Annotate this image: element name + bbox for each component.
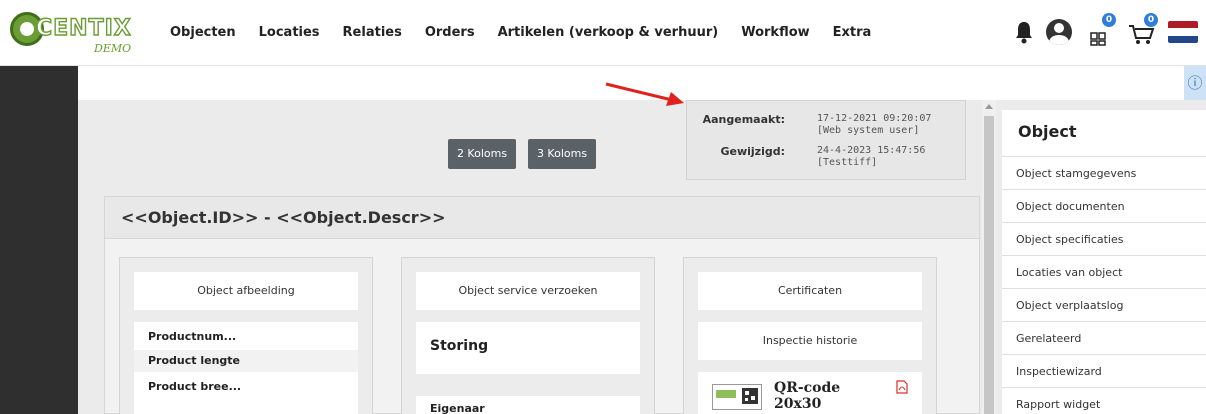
- scrollbar-thumb[interactable]: [984, 116, 994, 414]
- audit-info-box: Aangemaakt: 17-12-2021 09:20:07 [Web sys…: [686, 100, 966, 180]
- scroll-up-icon[interactable]: [985, 104, 993, 109]
- sidebar-item-locaties-van-object[interactable]: Locaties van object: [1002, 255, 1206, 288]
- nav-item-extra[interactable]: Extra: [833, 25, 872, 40]
- nav-item-relaties[interactable]: Relaties: [343, 25, 402, 40]
- logo-subtext: DEMO: [94, 42, 132, 55]
- nav-item-locaties[interactable]: Locaties: [259, 25, 320, 40]
- sidebar-item-rapport-widget[interactable]: Rapport widget: [1002, 387, 1206, 414]
- object-sidebar: Object Object stamgegevens Object docume…: [1002, 110, 1206, 414]
- object-title: <<Object.ID>> - <<Object.Descr>>: [121, 208, 446, 227]
- left-sidebar-strip: [0, 66, 78, 414]
- vertical-scrollbar[interactable]: [982, 100, 996, 414]
- nav-item-objecten[interactable]: Objecten: [170, 25, 236, 40]
- sidebar-item-gerelateerd[interactable]: Gerelateerd: [1002, 321, 1206, 354]
- modified-label: Gewijzigd:: [720, 145, 785, 158]
- owner-label: Eigenaar: [430, 402, 485, 414]
- object-image-card: Object afbeelding Productnum... Product …: [119, 257, 373, 414]
- centix-logo[interactable]: CENTIX DEMO: [10, 10, 132, 58]
- object-panel-header: <<Object.ID>> - <<Object.Descr>>: [105, 197, 979, 239]
- sidebar-item-inspectiewizard[interactable]: Inspectiewizard: [1002, 354, 1206, 387]
- cart-badge: 0: [1144, 13, 1158, 27]
- inspection-history-header[interactable]: Inspectie historie: [698, 322, 922, 360]
- object-panel: <<Object.ID>> - <<Object.Descr>> Object …: [104, 196, 980, 414]
- sidebar-item-object-documenten[interactable]: Object documenten: [1002, 189, 1206, 222]
- nav-item-artikelen[interactable]: Artikelen (verkoop & verhuur): [498, 25, 719, 40]
- qr-label-thumbnail-icon: [712, 384, 762, 410]
- service-requests-card: Object service verzoeken Storing Eigenaa…: [401, 257, 655, 414]
- sidebar-item-object-stamgegevens[interactable]: Object stamgegevens: [1002, 156, 1206, 189]
- nav-item-workflow[interactable]: Workflow: [741, 25, 809, 40]
- object-list-badge: 0: [1102, 13, 1116, 27]
- dutch-flag-icon[interactable]: [1168, 21, 1198, 43]
- created-label: Aangemaakt:: [702, 113, 785, 126]
- nav-item-orders[interactable]: Orders: [425, 25, 475, 40]
- sidebar-title: Object: [1018, 122, 1077, 141]
- owner-box: Eigenaar: [416, 396, 640, 414]
- status-box: Storing: [416, 322, 640, 374]
- created-value: 17-12-2021 09:20:07: [817, 113, 932, 124]
- user-avatar-icon[interactable]: [1046, 19, 1072, 45]
- header-actions: 0 0: [1014, 13, 1198, 50]
- main-menu: Objecten Locaties Relaties Orders Artike…: [170, 25, 894, 40]
- info-icon[interactable]: ⓘ: [1184, 66, 1206, 100]
- created-by: [Web system user]: [817, 125, 920, 136]
- pdf-icon[interactable]: [896, 380, 908, 394]
- bell-icon[interactable]: [1014, 20, 1034, 44]
- red-arrow-icon: [605, 82, 684, 106]
- qr-code-item[interactable]: QR-code 20x30: [698, 372, 922, 414]
- sidebar-item-object-specificaties[interactable]: Object specificaties: [1002, 222, 1206, 255]
- status-value: Storing: [430, 338, 489, 354]
- certificates-card: Certificaten Inspectie historie QR-code …: [683, 257, 937, 414]
- product-fields: Productnum... Product lengte Product bre…: [134, 322, 358, 414]
- qr-code-title: QR-code 20x30: [774, 380, 841, 412]
- product-number-label: Productnum...: [148, 330, 237, 343]
- object-image-header[interactable]: Object afbeelding: [134, 272, 358, 310]
- logo-text: CENTIX: [35, 15, 132, 41]
- sidebar-item-object-verplaatslog[interactable]: Object verplaatslog: [1002, 288, 1206, 321]
- object-list-icon[interactable]: 0: [1084, 13, 1116, 47]
- three-columns-button[interactable]: 3 Koloms: [528, 139, 596, 169]
- two-columns-button[interactable]: 2 Koloms: [448, 139, 516, 169]
- certificates-header[interactable]: Certificaten: [698, 272, 922, 310]
- modified-value: 24-4-2023 15:47:56: [817, 145, 926, 156]
- service-requests-header[interactable]: Object service verzoeken: [416, 272, 640, 310]
- top-navigation-bar: CENTIX DEMO Objecten Locaties Relaties O…: [0, 0, 1206, 66]
- product-length-label: Product lengte: [148, 354, 241, 367]
- modified-by: [Testtiff]: [817, 157, 878, 168]
- cart-icon[interactable]: 0: [1126, 13, 1158, 47]
- product-width-label: Product bree...: [148, 380, 242, 393]
